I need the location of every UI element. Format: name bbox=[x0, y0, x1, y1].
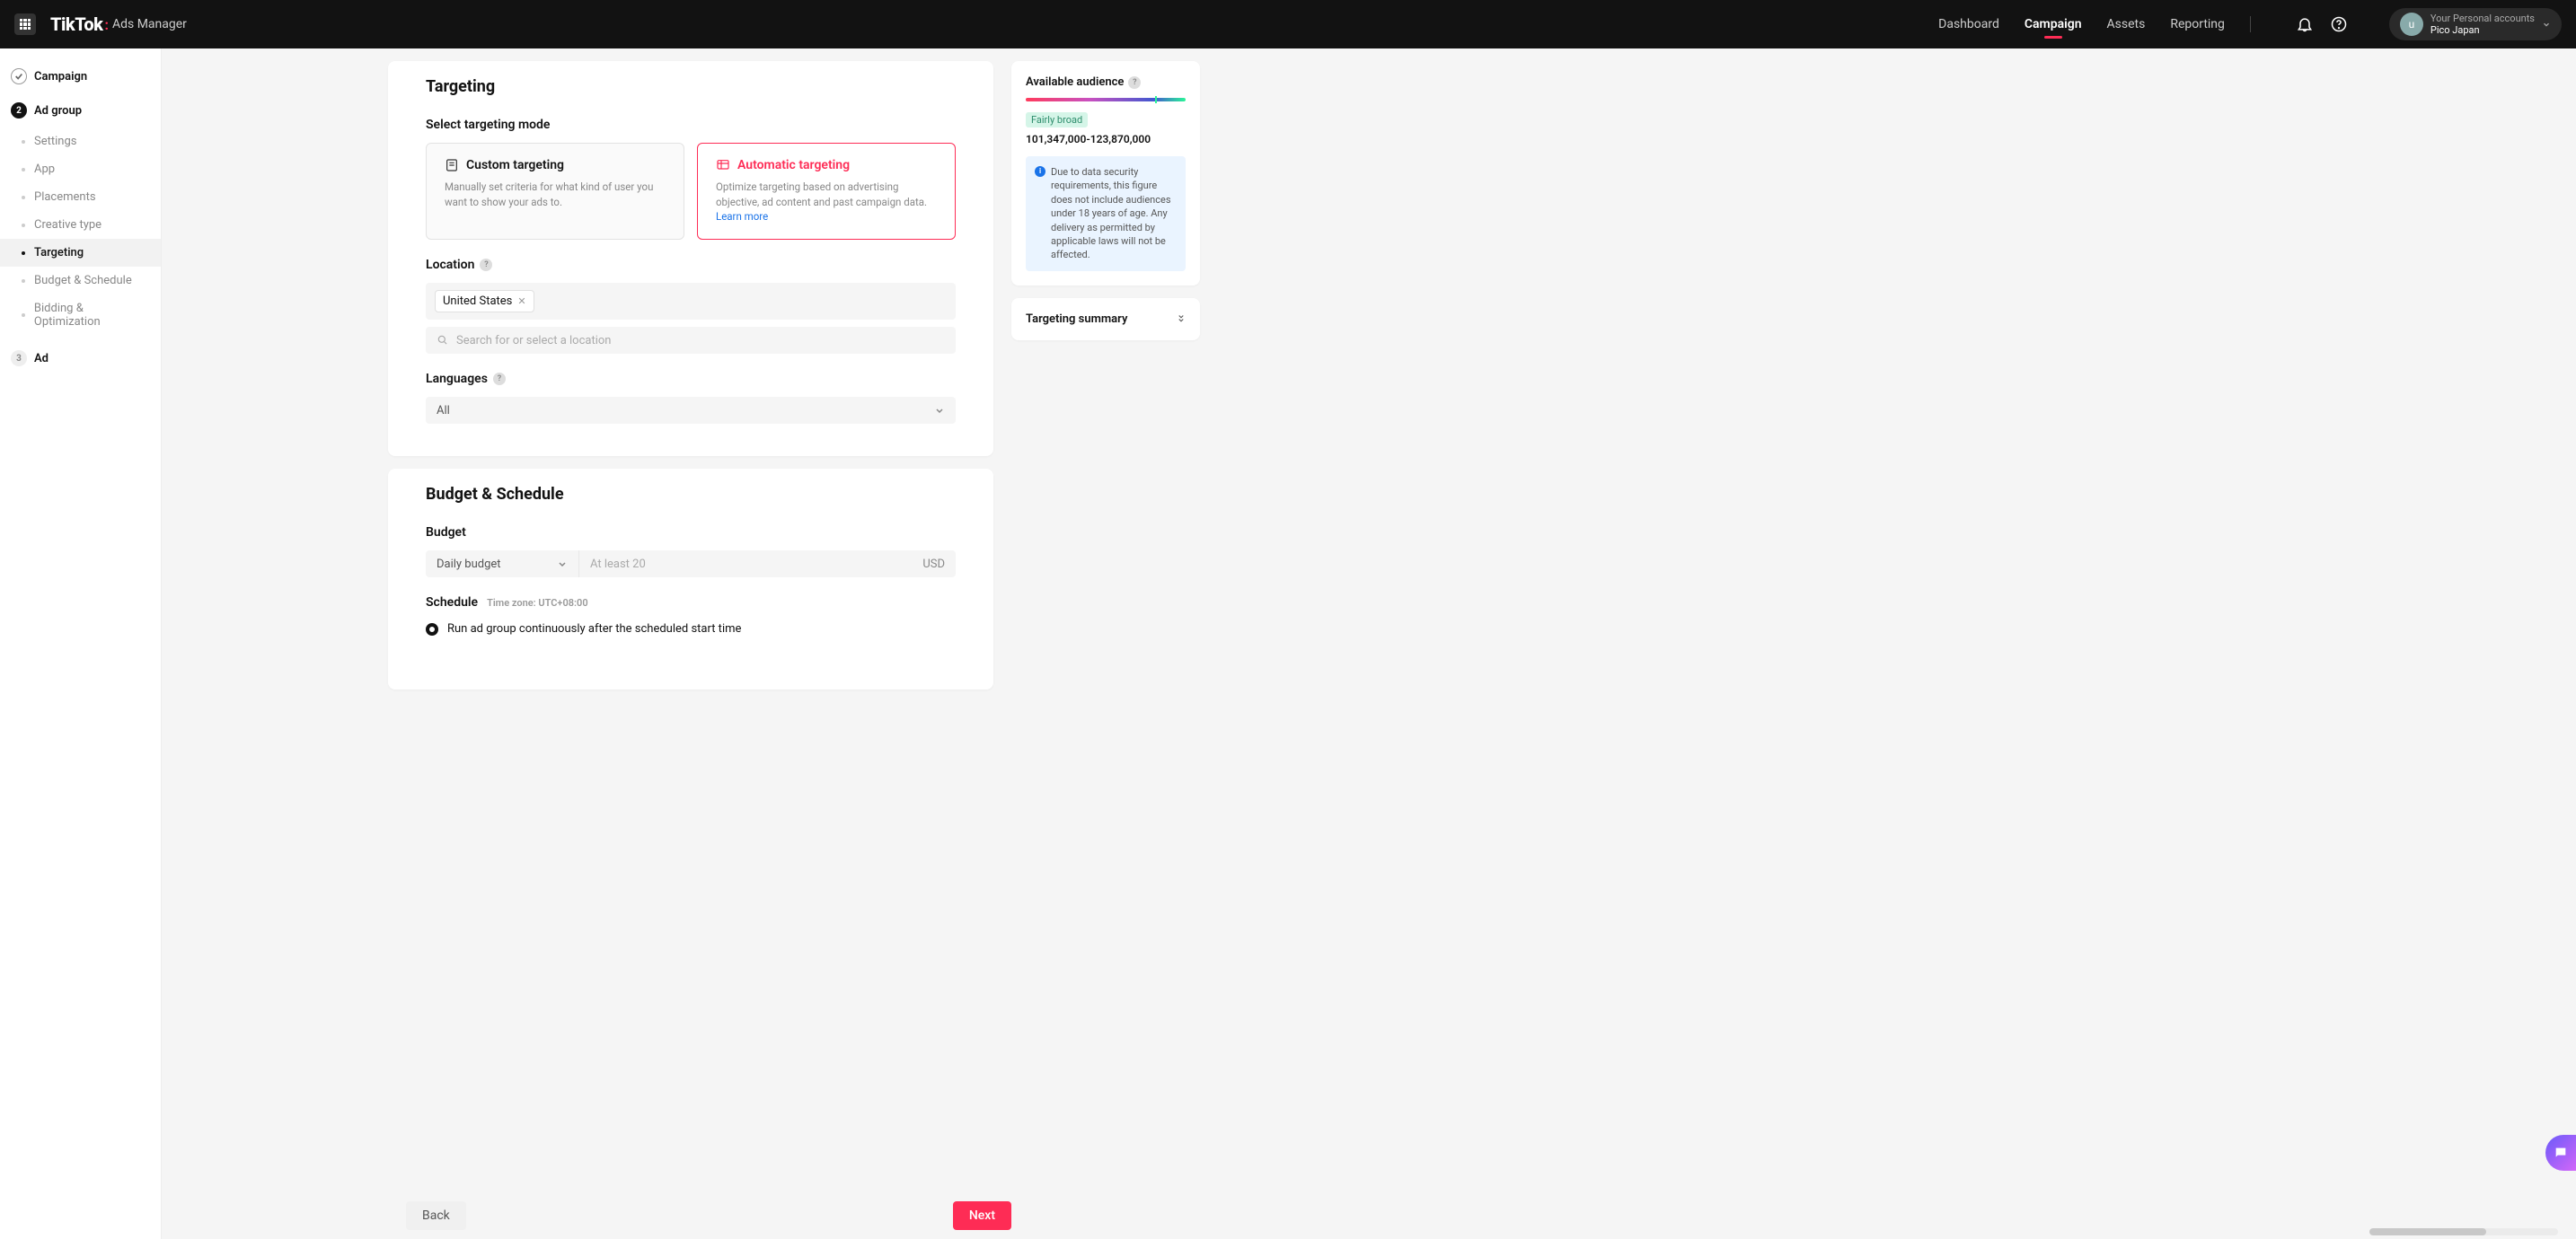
audience-title: Available audience bbox=[1026, 75, 1124, 89]
location-chip-field[interactable]: United States ✕ bbox=[426, 283, 956, 320]
location-search-field[interactable] bbox=[426, 327, 956, 354]
schedule-label: Schedule Time zone: UTC+08:00 bbox=[426, 595, 956, 610]
sidebar-item-settings[interactable]: Settings bbox=[0, 127, 161, 155]
audience-breadth-bar bbox=[1026, 98, 1186, 101]
targeting-mode-label: Select targeting mode bbox=[426, 118, 956, 132]
available-audience-card: Available audience ? Fairly broad 101,34… bbox=[1011, 61, 1200, 286]
right-col-scrollbar[interactable] bbox=[2369, 1228, 2558, 1235]
select-value: Daily budget bbox=[437, 558, 501, 571]
info-text: Due to data security requirements, this … bbox=[1051, 165, 1177, 262]
targeting-summary-label: Targeting summary bbox=[1026, 312, 1127, 326]
audience-info-box: i Due to data security requirements, thi… bbox=[1026, 156, 1186, 271]
expand-icon bbox=[1177, 314, 1186, 323]
sidebar-item-label: App bbox=[34, 163, 55, 176]
sidebar-step-ad[interactable]: 3 Ad bbox=[0, 341, 161, 375]
logo-text: TikTok bbox=[50, 13, 102, 35]
budget-schedule-card: Budget & Schedule Budget Daily budget US… bbox=[388, 469, 993, 690]
nav-campaign[interactable]: Campaign bbox=[2025, 1, 2082, 48]
sidebar-item-label: Creative type bbox=[34, 218, 101, 232]
chip-label: United States bbox=[443, 294, 512, 308]
location-label: Location ? bbox=[426, 258, 956, 272]
account-switcher[interactable]: u Your Personal accounts Pico Japan bbox=[2389, 8, 2562, 40]
help-icon[interactable]: ? bbox=[493, 373, 506, 385]
sidebar-item-label: Budget & Schedule bbox=[34, 274, 132, 287]
languages-select[interactable]: All bbox=[426, 397, 956, 424]
help-icon[interactable] bbox=[2330, 15, 2348, 33]
chevron-down-icon bbox=[934, 405, 945, 416]
chat-fab[interactable] bbox=[2545, 1135, 2576, 1171]
help-icon[interactable]: ? bbox=[1128, 76, 1141, 89]
targeting-heading: Targeting bbox=[426, 77, 956, 96]
budget-input[interactable] bbox=[590, 558, 922, 571]
nav-dashboard[interactable]: Dashboard bbox=[1938, 1, 1999, 48]
mode-title-label: Custom targeting bbox=[466, 158, 564, 172]
step-sidebar: Campaign 2 Ad group Settings App Placeme… bbox=[0, 48, 162, 1239]
sidebar-item-label: Targeting bbox=[34, 246, 84, 259]
audience-size-range: 101,347,000-123,870,000 bbox=[1026, 133, 1186, 145]
sidebar-step-label: Ad bbox=[34, 352, 49, 365]
info-icon: i bbox=[1035, 166, 1045, 177]
account-name: Pico Japan bbox=[2430, 24, 2535, 36]
budget-type-select[interactable]: Daily budget bbox=[426, 550, 578, 577]
chevron-down-icon bbox=[557, 558, 568, 569]
nav-reporting[interactable]: Reporting bbox=[2170, 1, 2225, 48]
sidebar-item-creative-type[interactable]: Creative type bbox=[0, 211, 161, 239]
search-icon bbox=[437, 334, 449, 347]
mode-desc: Manually set criteria for what kind of u… bbox=[445, 180, 666, 209]
sidebar-item-label: Placements bbox=[34, 190, 96, 204]
chevron-down-icon bbox=[2542, 20, 2551, 29]
languages-label: Languages ? bbox=[426, 372, 956, 386]
top-nav: Dashboard Campaign Assets Reporting u Yo… bbox=[1938, 1, 2562, 48]
mode-desc: Optimize targeting based on advertising … bbox=[716, 180, 937, 224]
radio-label: Run ad group continuously after the sche… bbox=[447, 622, 741, 636]
notifications-icon[interactable] bbox=[2296, 15, 2314, 33]
sidebar-item-app[interactable]: App bbox=[0, 155, 161, 183]
back-button[interactable]: Back bbox=[406, 1201, 466, 1230]
sidebar-step-label: Campaign bbox=[34, 70, 87, 83]
check-icon bbox=[11, 68, 27, 84]
sidebar-item-budget-schedule[interactable]: Budget & Schedule bbox=[0, 267, 161, 294]
next-button[interactable]: Next bbox=[953, 1201, 1011, 1230]
remove-chip-icon[interactable]: ✕ bbox=[517, 295, 525, 307]
nav-separator bbox=[2250, 16, 2251, 32]
sidebar-item-placements[interactable]: Placements bbox=[0, 183, 161, 211]
automatic-targeting-icon bbox=[716, 158, 730, 172]
avatar: u bbox=[2400, 13, 2423, 36]
targeting-summary-card[interactable]: Targeting summary bbox=[1011, 298, 1200, 340]
sidebar-step-label: Ad group bbox=[34, 104, 82, 118]
custom-targeting-card[interactable]: Custom targeting Manually set criteria f… bbox=[426, 143, 684, 240]
help-icon[interactable]: ? bbox=[480, 259, 492, 271]
logo-subtext: Ads Manager bbox=[112, 17, 187, 31]
currency-label: USD bbox=[922, 558, 945, 571]
step-number-badge: 3 bbox=[11, 350, 27, 366]
automatic-targeting-card[interactable]: Automatic targeting Optimize targeting b… bbox=[697, 143, 956, 240]
step-number-badge: 2 bbox=[11, 102, 27, 119]
custom-targeting-icon bbox=[445, 158, 459, 172]
learn-more-link[interactable]: Learn more bbox=[716, 210, 768, 223]
sidebar-step-adgroup[interactable]: 2 Ad group bbox=[0, 93, 161, 127]
sidebar-item-bidding[interactable]: Bidding & Optimization bbox=[0, 294, 161, 336]
budget-schedule-heading: Budget & Schedule bbox=[426, 485, 956, 504]
logo[interactable]: TikTok : Ads Manager bbox=[50, 13, 187, 35]
select-value: All bbox=[437, 404, 450, 417]
logo-separator: : bbox=[104, 16, 109, 33]
schedule-continuous-radio[interactable] bbox=[426, 623, 438, 636]
main-scroll[interactable]: Targeting Select targeting mode Custom t… bbox=[162, 48, 2576, 1239]
sidebar-item-label: Settings bbox=[34, 135, 76, 148]
sidebar-item-targeting[interactable]: Targeting bbox=[0, 239, 161, 267]
sidebar-step-campaign[interactable]: Campaign bbox=[0, 59, 161, 93]
budget-label: Budget bbox=[426, 525, 956, 540]
audience-breadth-tag: Fairly broad bbox=[1026, 112, 1088, 127]
sidebar-item-label: Bidding & Optimization bbox=[34, 302, 150, 329]
account-type: Your Personal accounts bbox=[2430, 13, 2535, 24]
apps-launcher-icon[interactable] bbox=[14, 13, 36, 35]
location-chip: United States ✕ bbox=[435, 290, 534, 312]
top-header: TikTok : Ads Manager Dashboard Campaign … bbox=[0, 0, 2576, 48]
targeting-card: Targeting Select targeting mode Custom t… bbox=[388, 61, 993, 456]
location-search-input[interactable] bbox=[456, 334, 945, 347]
time-zone-text: Time zone: UTC+08:00 bbox=[487, 597, 588, 609]
mode-title-label: Automatic targeting bbox=[737, 158, 850, 172]
nav-assets[interactable]: Assets bbox=[2107, 1, 2146, 48]
